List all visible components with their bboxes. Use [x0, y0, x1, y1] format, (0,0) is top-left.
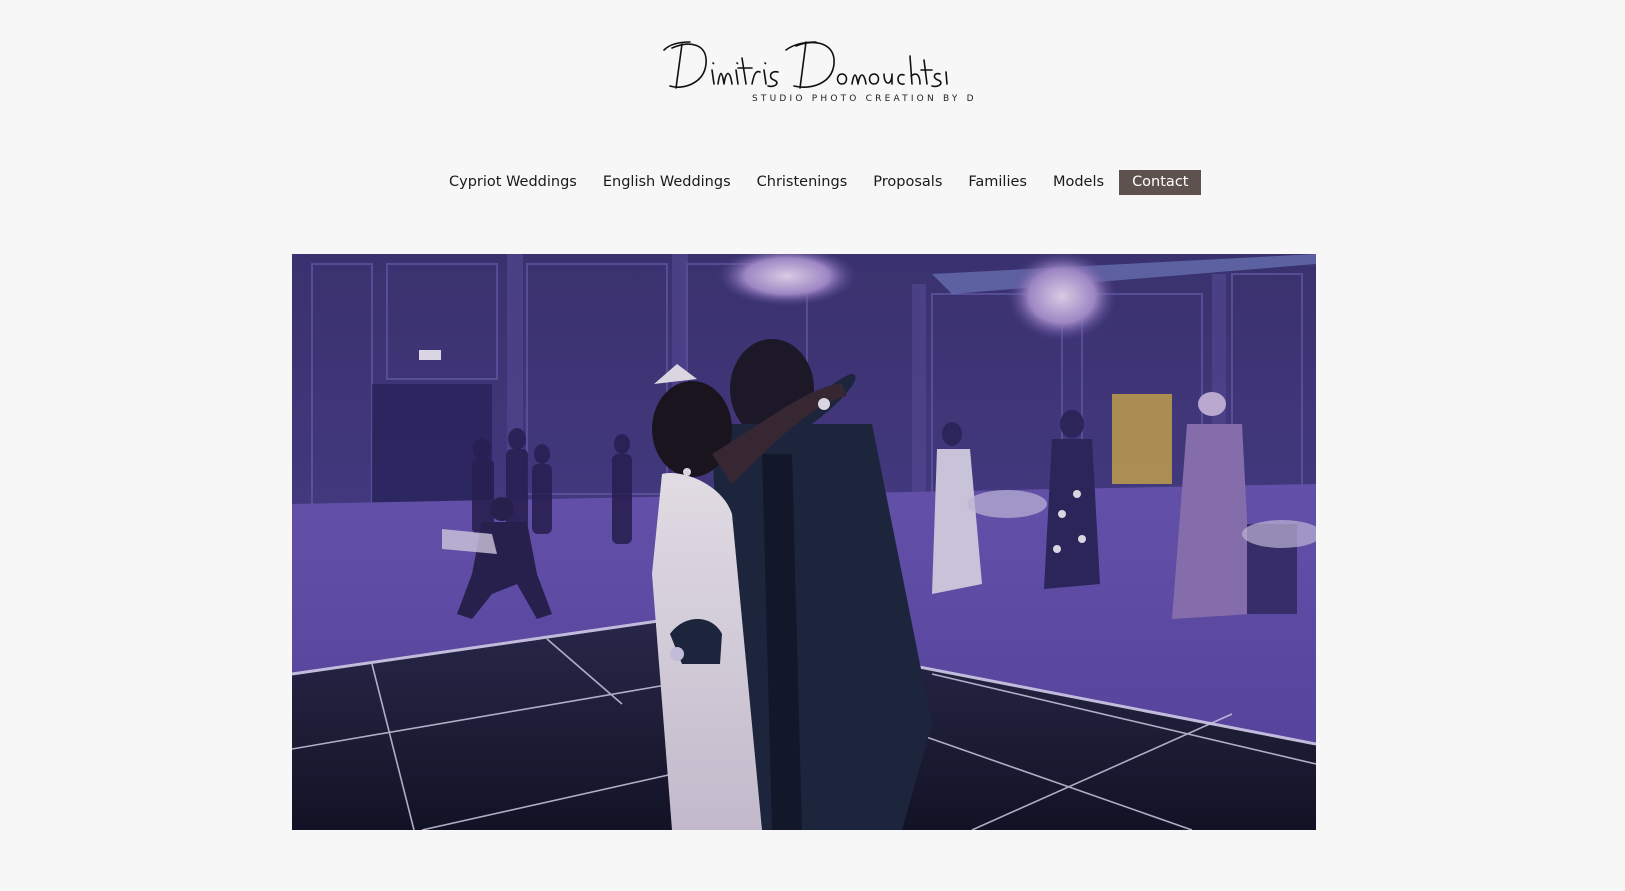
nav-item-cypriot-weddings[interactable]: Cypriot Weddings: [436, 170, 590, 195]
nav-item-english-weddings[interactable]: English Weddings: [590, 170, 744, 195]
logo-tagline: STUDIO PHOTO CREATION BY D: [752, 94, 977, 104]
nav-item-proposals[interactable]: Proposals: [860, 170, 955, 195]
nav-item-contact[interactable]: Contact: [1119, 170, 1202, 195]
logo-signature: [663, 41, 948, 89]
hero-image: [292, 254, 1316, 830]
page: STUDIO PHOTO CREATION BY D Cypriot Weddi…: [0, 0, 1625, 891]
nav-item-families[interactable]: Families: [955, 170, 1040, 195]
site-logo[interactable]: STUDIO PHOTO CREATION BY D: [660, 30, 974, 110]
hero-illustration: [292, 254, 1316, 830]
main-nav: Cypriot Weddings English Weddings Christ…: [436, 170, 1202, 195]
nav-item-christenings[interactable]: Christenings: [744, 170, 861, 195]
nav-item-models[interactable]: Models: [1040, 170, 1117, 195]
